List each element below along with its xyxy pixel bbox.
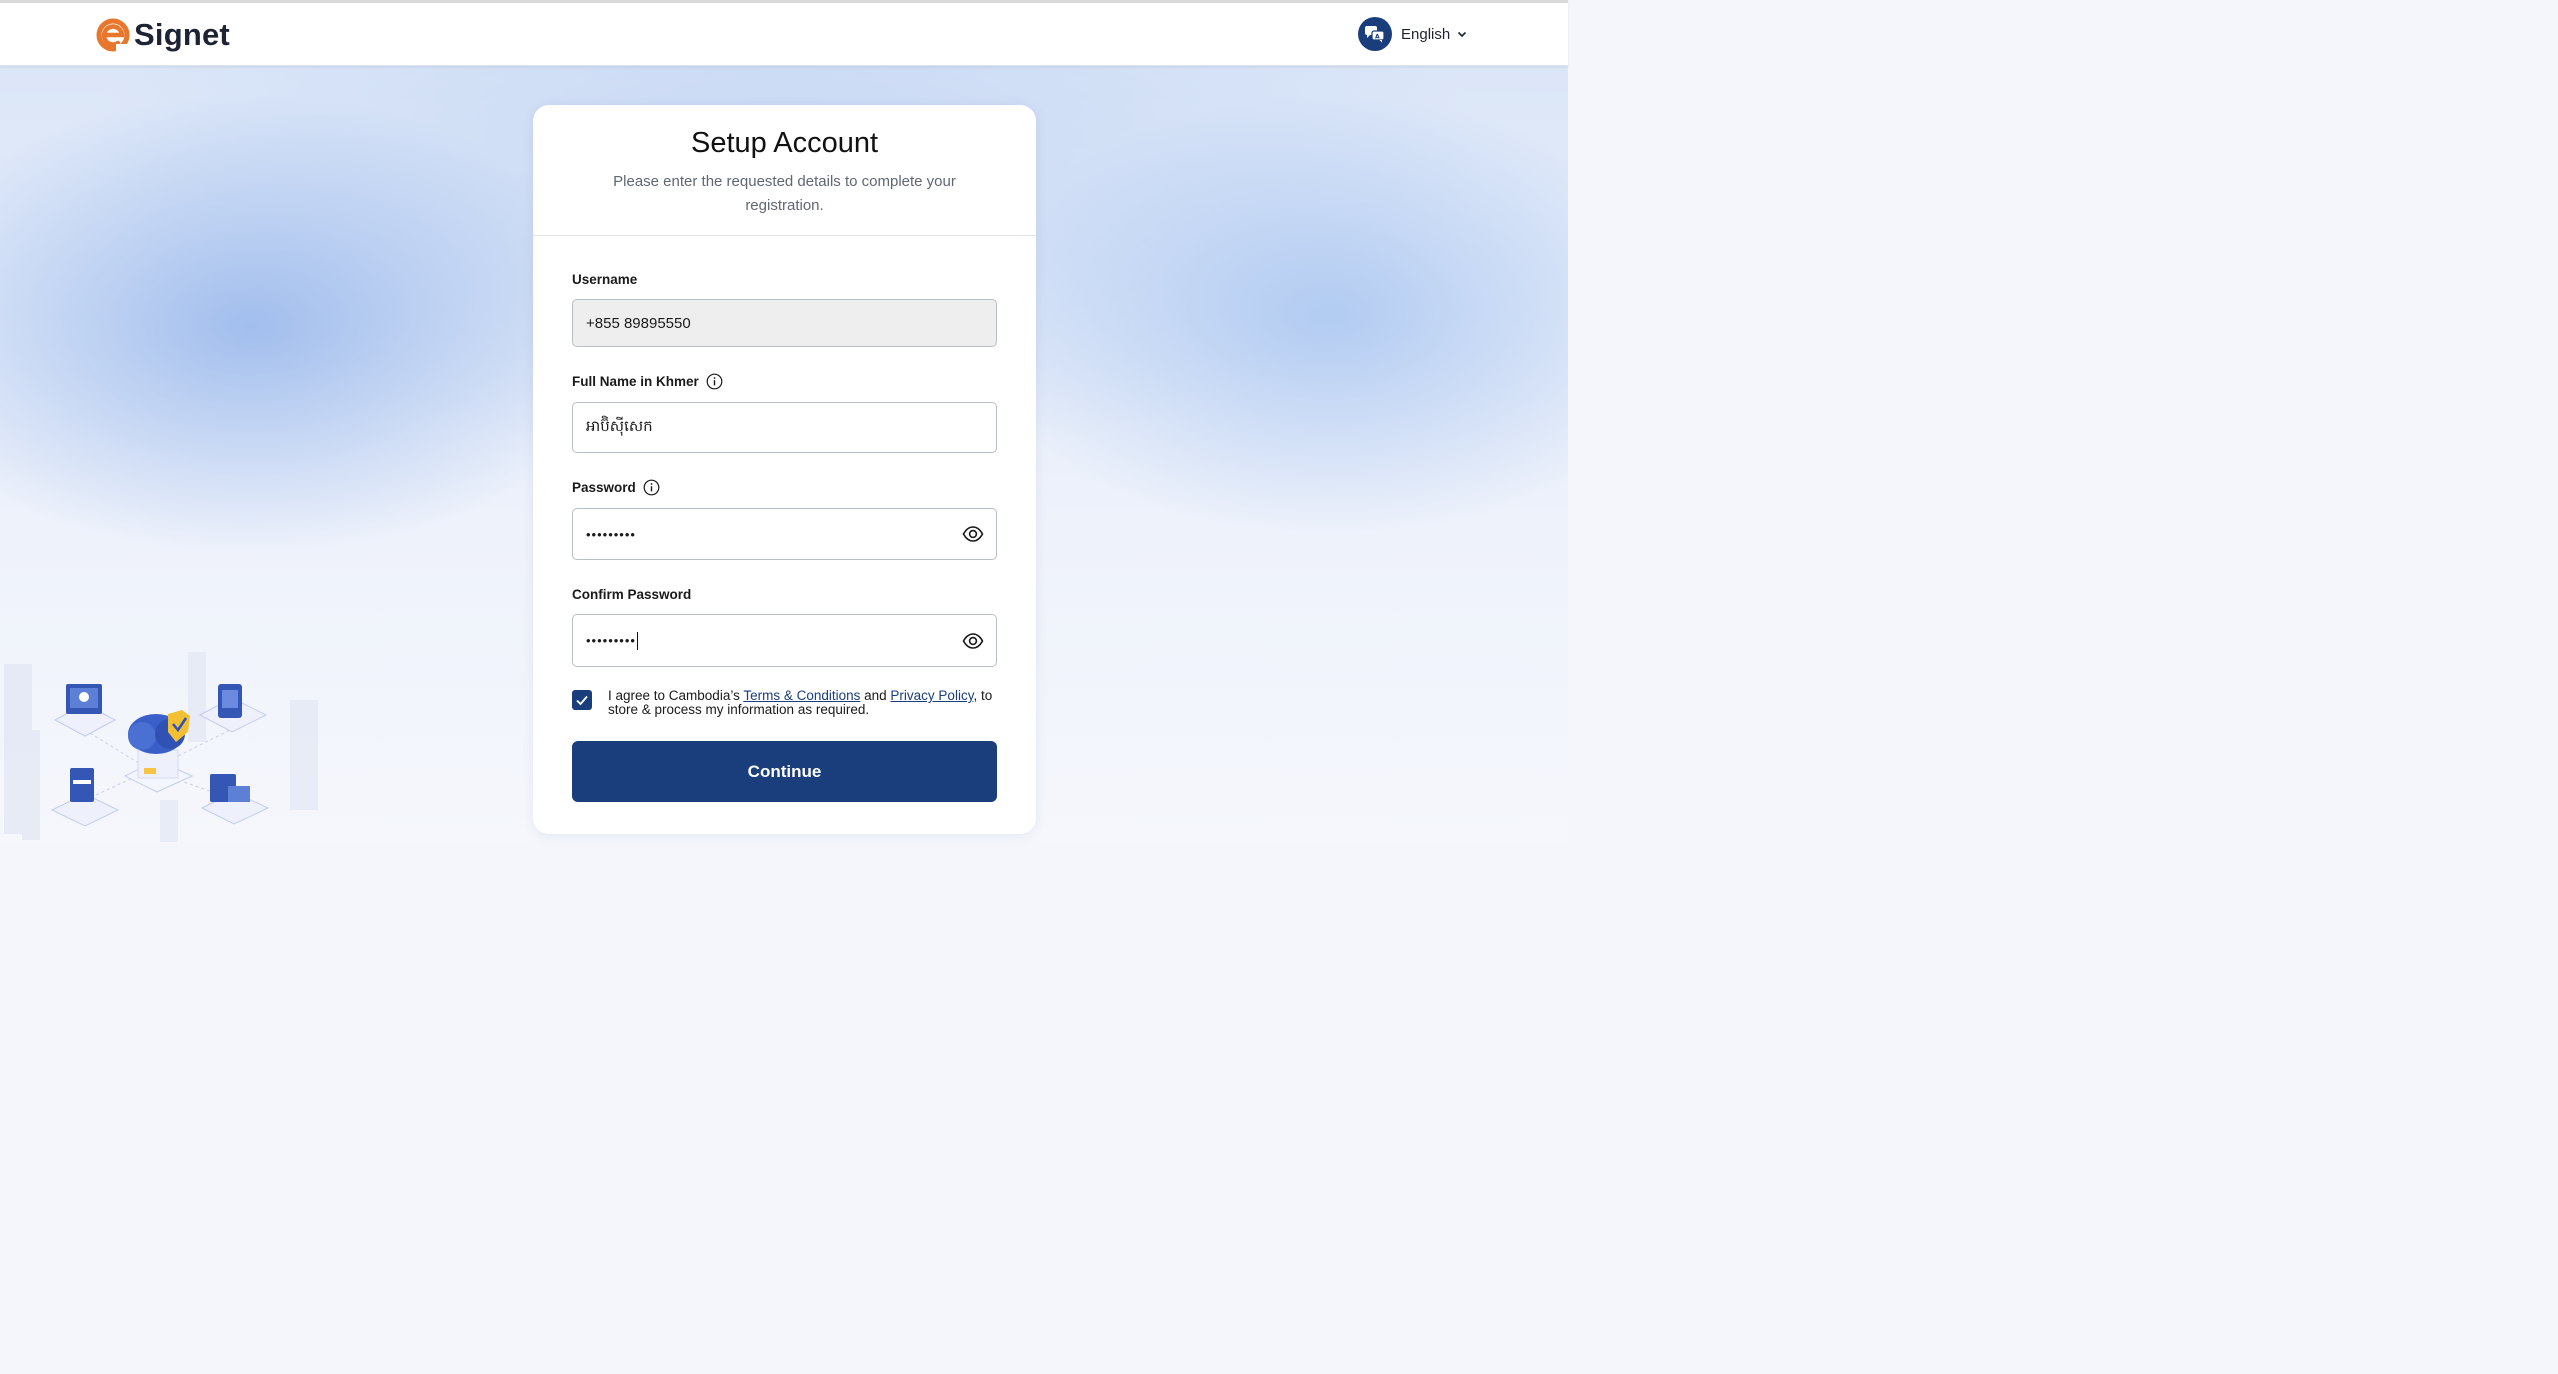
- text-caret: [636, 631, 638, 650]
- svg-text:A: A: [1375, 34, 1380, 41]
- check-icon: [576, 695, 588, 706]
- full-name-field: Full Name in Khmer អាប៊ិស៊ីសេក: [572, 373, 997, 453]
- username-label: Username: [572, 272, 638, 287]
- signet-logo[interactable]: Signet: [96, 15, 230, 55]
- confirm-password-value: •••••••••: [586, 633, 636, 648]
- privacy-link[interactable]: Privacy Policy: [890, 688, 973, 703]
- password-input[interactable]: •••••••••: [572, 508, 997, 560]
- confirm-password-label: Confirm Password: [572, 587, 692, 602]
- password-label-text: Password: [572, 480, 636, 495]
- card-header: Setup Account Please enter the requested…: [533, 105, 1036, 236]
- terms-agreement: I agree to Cambodia’s Terms & Conditions…: [572, 689, 997, 717]
- confirm-password-input[interactable]: •••••••••: [572, 614, 997, 667]
- agree-checkbox[interactable]: [572, 690, 592, 710]
- language-label: English: [1401, 25, 1451, 43]
- full-name-label-text: Full Name in Khmer: [572, 374, 699, 389]
- eye-icon[interactable]: [962, 523, 984, 545]
- security-cloud-illustration: [4, 652, 318, 842]
- language-icon: A: [1358, 17, 1392, 51]
- chevron-down-icon: [1458, 31, 1467, 38]
- password-value: •••••••••: [586, 526, 636, 542]
- full-name-value: អាប៊ិស៊ីសេក: [586, 417, 653, 435]
- username-field: Username +855 89895550: [572, 272, 997, 347]
- continue-button[interactable]: Continue: [572, 741, 997, 802]
- password-field: Password •••••••••: [572, 479, 997, 560]
- agree-middle: and: [860, 688, 891, 703]
- username-value: +855 89895550: [586, 314, 691, 332]
- full-name-input[interactable]: អាប៊ិស៊ីសេក: [572, 402, 997, 453]
- page-title: Setup Account: [690, 127, 879, 159]
- full-name-label: Full Name in Khmer: [572, 373, 997, 390]
- top-header: Signet A English: [0, 0, 1568, 66]
- eye-icon[interactable]: [962, 630, 984, 652]
- language-selector[interactable]: A English: [1358, 17, 1468, 51]
- signet-logo-icon: [96, 18, 130, 52]
- page-subtitle: Please enter the requested details to co…: [613, 173, 956, 214]
- brand-name: Signet: [134, 17, 230, 52]
- info-icon[interactable]: [643, 479, 660, 496]
- terms-link[interactable]: Terms & Conditions: [743, 688, 860, 703]
- username-input[interactable]: +855 89895550: [572, 299, 997, 347]
- password-label: Password: [572, 479, 997, 496]
- agree-prefix: I agree to Cambodia’s: [608, 688, 744, 703]
- confirm-password-field: Confirm Password •••••••••: [572, 587, 997, 667]
- agree-text: I agree to Cambodia’s Terms & Conditions…: [608, 689, 997, 717]
- setup-account-card: Setup Account Please enter the requested…: [533, 105, 1036, 834]
- info-icon[interactable]: [706, 373, 723, 390]
